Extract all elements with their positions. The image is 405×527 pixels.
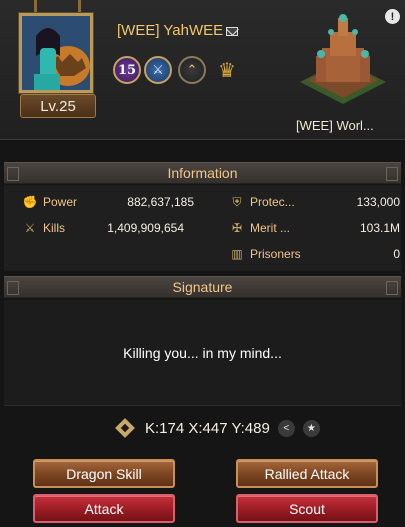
merit-label: Merit ... bbox=[250, 221, 291, 235]
coordinates[interactable]: K:174 X:447 Y:489 bbox=[145, 420, 270, 437]
player-header: Lv.25 [WEE] YahWEE 15 ⚔ ⌃ ♛ [WEE] Worl..… bbox=[0, 0, 405, 140]
power-label: Power bbox=[43, 195, 78, 209]
prisoners-label: Prisoners bbox=[250, 247, 301, 261]
protect-stat: ⛨ Protec... bbox=[229, 194, 295, 210]
level-plate: Lv.25 bbox=[20, 94, 96, 118]
avatar[interactable] bbox=[19, 13, 93, 93]
share-icon[interactable]: < bbox=[277, 419, 295, 437]
player-profile-panel: Lv.25 [WEE] YahWEE 15 ⚔ ⌃ ♛ [WEE] Worl..… bbox=[0, 0, 405, 527]
info-icon[interactable]: ! bbox=[385, 9, 400, 24]
power-stat: ✊ Power bbox=[22, 195, 78, 209]
power-value: 882,637,185 bbox=[127, 195, 194, 209]
avatar-portrait-icon bbox=[22, 16, 90, 90]
hanging-rope-right bbox=[78, 0, 81, 14]
prisoners-value: 0 bbox=[393, 247, 400, 261]
kills-sword-icon: ⚔ bbox=[24, 221, 36, 235]
rank-chevron-icon[interactable]: ⌃ bbox=[178, 56, 206, 84]
star-icon[interactable]: ★ bbox=[302, 419, 320, 437]
information-panel: ✊ Power 882,637,185 ⚔ Kills 1,409,909,65… bbox=[4, 185, 401, 271]
vip-level-badge[interactable]: 15 bbox=[113, 56, 141, 84]
merit-icon: ✠ bbox=[231, 221, 243, 235]
shield-icon: ⛨ bbox=[232, 194, 242, 209]
merit-stat: ✠ Merit ... bbox=[229, 221, 290, 235]
information-header: Information bbox=[4, 162, 401, 184]
kills-stat: ⚔ Kills bbox=[22, 221, 65, 235]
protect-label: Protec... bbox=[250, 195, 295, 209]
sword-emblem-icon[interactable]: ⚔ bbox=[144, 56, 172, 84]
prisoners-stat: ▥ Prisoners bbox=[229, 247, 301, 261]
castle-icon[interactable] bbox=[296, 12, 390, 110]
location-pin-icon bbox=[115, 418, 135, 438]
attack-button[interactable]: Attack bbox=[33, 494, 175, 523]
location-row: K:174 X:447 Y:489 < ★ bbox=[115, 418, 320, 438]
player-name: [WEE] YahWEE bbox=[117, 22, 224, 39]
merit-value: 103.1M bbox=[359, 221, 400, 235]
signature-header: Signature bbox=[4, 276, 401, 298]
prison-icon: ▥ bbox=[231, 247, 243, 261]
scout-button[interactable]: Scout bbox=[236, 494, 378, 523]
kills-value: 1,409,909,654 bbox=[107, 221, 184, 235]
protect-value: 133,000 bbox=[356, 195, 400, 209]
rallied-attack-button[interactable]: Rallied Attack bbox=[236, 459, 378, 488]
crown-icon[interactable]: ♛ bbox=[211, 56, 243, 84]
hanging-rope-left bbox=[34, 0, 37, 14]
castle-name: [WEE] Worl... bbox=[296, 118, 374, 133]
signature-text: Killing you... in my mind... bbox=[4, 300, 401, 406]
dragon-skill-button[interactable]: Dragon Skill bbox=[33, 459, 175, 488]
mail-icon[interactable] bbox=[226, 27, 238, 36]
power-icon: ✊ bbox=[22, 195, 38, 209]
kills-label: Kills bbox=[43, 221, 66, 235]
